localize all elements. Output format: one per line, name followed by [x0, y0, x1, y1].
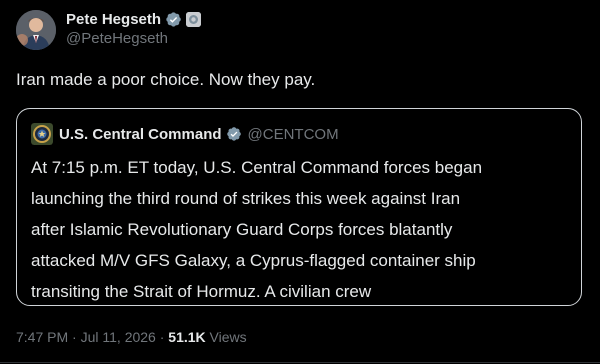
author-block: Pete Hegseth @PeteHegseth [66, 9, 202, 47]
verified-badge-icon[interactable] [165, 11, 182, 28]
quoted-tweet-text: At 7:15 p.m. ET today, U.S. Central Comm… [31, 152, 567, 307]
author-name-row: Pete Hegseth [66, 9, 202, 29]
quoted-handle[interactable]: @CENTCOM [248, 126, 339, 143]
quoted-text-line: after Islamic Revolutionary Guard Corps … [31, 220, 453, 239]
tweet-metadata: 7:47 PM · Jul 11, 2026 · 51.1K Views [16, 329, 247, 345]
government-affiliation-icon[interactable] [186, 11, 202, 27]
tweet-text: Iran made a poor choice. Now they pay. [16, 70, 316, 89]
quoted-text-line: launching the third round of strikes thi… [31, 189, 461, 208]
tweet: Pete Hegseth @PeteHegseth Iran made a po… [0, 0, 600, 364]
centcom-seal-icon[interactable] [31, 123, 53, 145]
views-label: Views [205, 329, 247, 345]
tweet-date[interactable]: Jul 11, 2026 [81, 329, 156, 345]
verified-badge-icon[interactable] [226, 126, 242, 142]
person-photo-icon [16, 10, 56, 50]
meta-separator: · [68, 329, 81, 345]
meta-separator: · [155, 329, 169, 345]
quoted-display-name[interactable]: U.S. Central Command [59, 126, 222, 143]
quoted-author-row: U.S. Central Command @CENTCOM [31, 123, 339, 145]
divider [0, 362, 600, 363]
quoted-tweet-card[interactable]: U.S. Central Command @CENTCOM At 7:15 p.… [16, 108, 582, 306]
author-avatar[interactable] [16, 10, 56, 50]
quoted-text-line: attacked M/V GFS Galaxy, a Cyprus-flagge… [31, 251, 476, 270]
quoted-text-line: transiting the Strait of Hormuz. A civil… [31, 282, 372, 301]
tweet-time[interactable]: 7:47 PM [16, 329, 68, 345]
author-display-name[interactable]: Pete Hegseth [66, 11, 161, 28]
quoted-text-line: At 7:15 p.m. ET today, U.S. Central Comm… [31, 158, 483, 177]
views-count: 51.1K [168, 329, 206, 345]
author-handle[interactable]: @PeteHegseth [66, 30, 201, 47]
